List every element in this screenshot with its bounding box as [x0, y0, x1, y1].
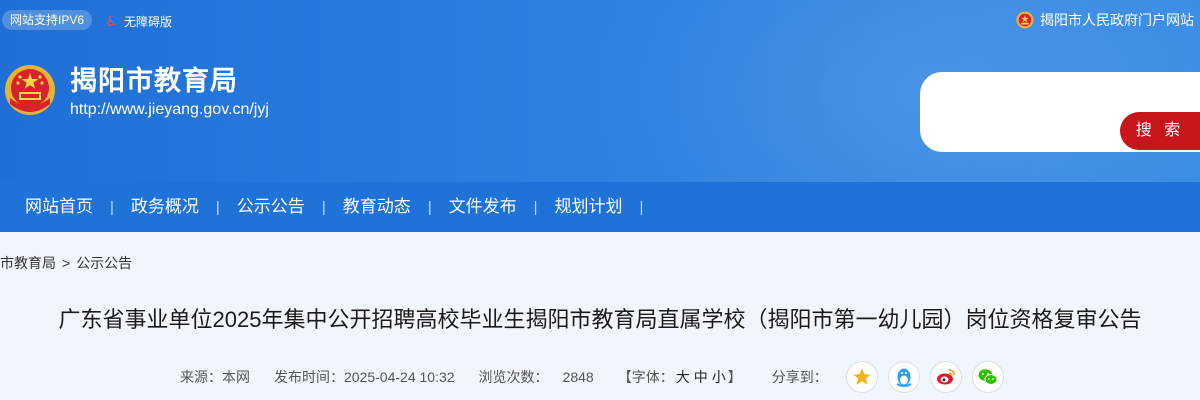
article-source: 来源：本网: [180, 369, 250, 385]
share-label: 分享到：: [771, 369, 828, 385]
accessible-label: 无障碍版: [124, 14, 173, 29]
share-wechat-button[interactable]: [971, 361, 1004, 393]
font-size-suffix: 】: [727, 369, 742, 385]
font-size-medium-button[interactable]: 中: [694, 369, 708, 385]
font-size-control: 【字体：大中小】: [618, 367, 742, 387]
nav-item-plans[interactable]: 规划计划: [538, 182, 640, 232]
qq-penguin-icon: [896, 368, 912, 387]
breadcrumb-item-announcements[interactable]: 公示公告: [76, 253, 132, 273]
breadcrumb-separator: >: [62, 255, 71, 271]
search-input[interactable]: [932, 82, 1116, 114]
site-header: 网站支持IPV6 ♿ 无障碍版 揭阳市人民政府门户网站 揭阳市教育局 http:…: [0, 0, 1200, 182]
wheelchair-icon: ♿: [105, 12, 118, 29]
government-portal-link[interactable]: 揭阳市人民政府门户网站: [1016, 10, 1194, 30]
wechat-icon: [978, 369, 998, 385]
qzone-star-icon: [853, 368, 871, 385]
nav-separator: |: [639, 198, 644, 216]
main-nav: 网站首页 | 政务概况 | 公示公告 | 教育动态 | 文件发布 | 规划计划 …: [0, 182, 1200, 232]
publish-time: 发布时间：2025-04-24 10:32: [274, 369, 455, 385]
national-emblem-icon: [1016, 11, 1034, 29]
font-size-prefix: 【字体：: [617, 369, 674, 385]
share-weibo-button[interactable]: [929, 361, 962, 393]
views-label: 浏览次数：: [478, 369, 549, 385]
article-meta: 来源：本网 发布时间：2025-04-24 10:32 浏览次数： 2848 【字…: [180, 360, 1014, 394]
views-value: 2848: [562, 369, 594, 385]
breadcrumb-item-bureau[interactable]: 市教育局: [0, 253, 56, 273]
portal-link-label: 揭阳市人民政府门户网站: [1040, 12, 1194, 28]
font-size-small-button[interactable]: 小: [712, 369, 726, 385]
font-size-large-button[interactable]: 大: [676, 369, 690, 385]
view-count: 浏览次数： 2848: [479, 367, 594, 387]
breadcrumb: 市教育局 > 公示公告: [0, 253, 132, 273]
nav-item-education-news[interactable]: 教育动态: [326, 182, 428, 232]
national-emblem-logo: [5, 65, 55, 115]
search-button[interactable]: 搜 索: [1120, 112, 1200, 150]
nav-item-announcements[interactable]: 公示公告: [220, 182, 322, 232]
nav-item-documents[interactable]: 文件发布: [432, 182, 534, 232]
nav-item-home[interactable]: 网站首页: [8, 182, 110, 232]
ipv6-badge: 网站支持IPV6: [2, 10, 93, 30]
accessible-version-link[interactable]: ♿ 无障碍版: [104, 11, 172, 31]
site-url[interactable]: http://www.jieyang.gov.cn/jyj: [70, 99, 269, 121]
weibo-icon: [936, 369, 955, 385]
share-qq-button[interactable]: [887, 361, 920, 393]
site-title: 揭阳市教育局: [70, 66, 238, 96]
search-box: 搜 索: [920, 72, 1200, 152]
share-qzone-button[interactable]: [845, 361, 878, 393]
nav-item-overview[interactable]: 政务概况: [114, 182, 216, 232]
article-title: 广东省事业单位2025年集中公开招聘高校毕业生揭阳市教育局直属学校（揭阳市第一幼…: [58, 307, 1142, 332]
